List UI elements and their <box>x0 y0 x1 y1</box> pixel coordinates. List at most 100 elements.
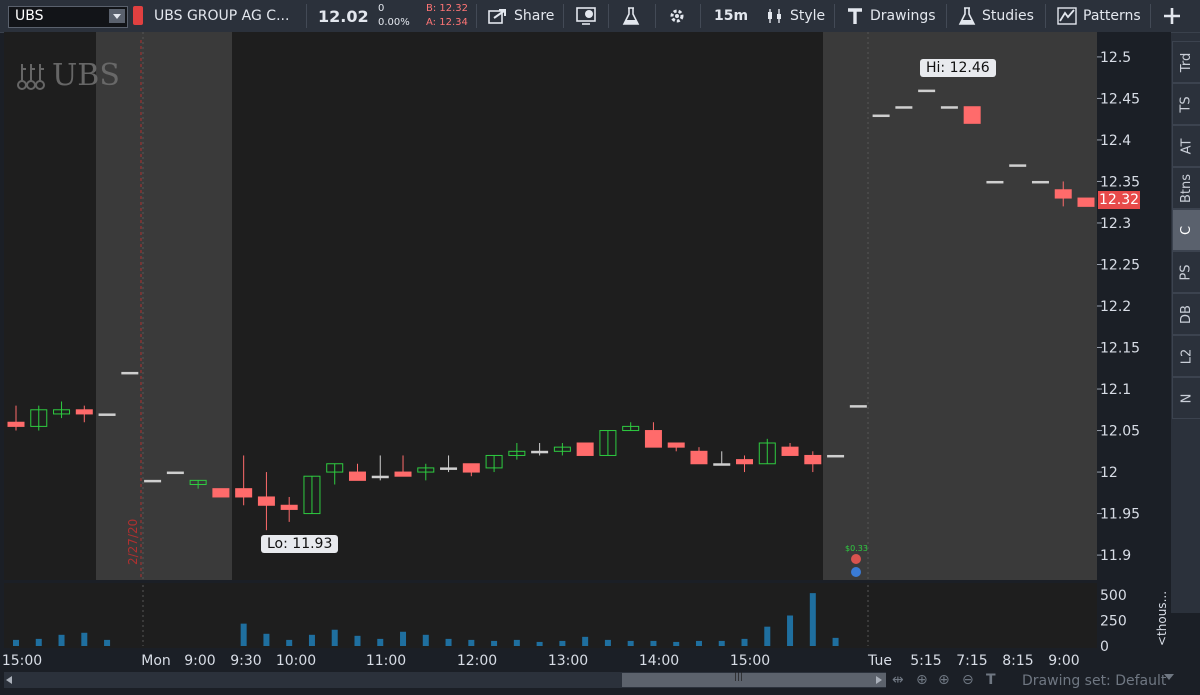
pan-icon[interactable]: ⇹ <box>892 672 904 688</box>
time-tick-label: 11:00 <box>366 653 406 669</box>
candle-body <box>348 471 366 481</box>
zoom-out-icon[interactable]: ⊖ <box>962 672 974 688</box>
candle-body <box>280 504 298 510</box>
volume-bar <box>559 640 566 646</box>
candle-body <box>644 430 662 448</box>
volume-tick-label: 500 <box>1100 588 1127 604</box>
volume-bar <box>286 639 293 646</box>
candle-body <box>736 459 754 465</box>
candle-body <box>531 450 549 454</box>
candle-body <box>440 467 458 470</box>
keys-logo-icon <box>17 63 45 90</box>
scroll-right-icon[interactable] <box>876 676 882 684</box>
candle-body <box>75 409 93 415</box>
candle-body <box>781 446 799 456</box>
scroll-left-icon[interactable] <box>6 676 12 684</box>
side-panel-tabs: Trd TS AT Btns C PS DB L2 N <box>1171 33 1200 613</box>
price-tick-label: 12.25 <box>1100 257 1140 273</box>
watermark-text: UBS <box>52 58 120 93</box>
price-tick-label: 12.05 <box>1100 424 1140 440</box>
side-tab-label: C <box>1178 225 1194 235</box>
price-tick-label: 12 <box>1100 465 1118 481</box>
side-tab-ps[interactable]: PS <box>1172 251 1200 293</box>
side-tab-l2[interactable]: L2 <box>1172 335 1200 377</box>
volume-bar <box>308 634 315 646</box>
candle-body <box>690 450 708 465</box>
volume-bar <box>491 640 498 646</box>
candle-body <box>462 463 480 473</box>
price-tick-label: 11.95 <box>1100 507 1140 523</box>
volume-bar <box>400 631 407 646</box>
price-tick-label: 12.1 <box>1100 382 1131 398</box>
volume-bar <box>673 641 680 646</box>
side-tab-trd[interactable]: Trd <box>1172 41 1200 83</box>
text-icon[interactable]: T <box>986 672 996 688</box>
volume-bar <box>536 641 543 646</box>
brand-watermark: UBS <box>14 58 120 93</box>
price-tick-label: 12.15 <box>1100 341 1140 357</box>
candle-body <box>98 413 116 416</box>
volume-bar <box>741 638 748 646</box>
volume-bar <box>809 593 816 646</box>
date-marker-label: 2/27/20 <box>126 519 140 565</box>
volume-bar <box>468 639 475 646</box>
current-price-tag: 12.32 <box>1098 191 1140 209</box>
side-tab-label: PS <box>1179 263 1194 281</box>
drawing-set-dropdown-icon[interactable] <box>1164 674 1174 680</box>
crosshair-icon[interactable]: ⊕ <box>916 672 928 688</box>
candle-body <box>576 442 594 456</box>
volume-bar <box>832 637 839 646</box>
extended-hours-shade <box>823 32 1097 580</box>
horizontal-scrollbar[interactable] <box>4 672 886 688</box>
volume-bar <box>650 640 657 646</box>
side-tab-c[interactable]: C <box>1172 209 1200 251</box>
candle-body <box>940 106 958 109</box>
volume-bar <box>582 636 589 646</box>
time-tick-label: 5:15 <box>910 653 941 669</box>
candle-body <box>986 180 1004 184</box>
side-tab-label: DB <box>1179 304 1194 324</box>
side-tab-label: AT <box>1178 138 1194 154</box>
volume-tick-label: 0 <box>1100 639 1109 655</box>
side-tab-db[interactable]: DB <box>1172 293 1200 335</box>
side-tab-n[interactable]: N <box>1172 377 1200 419</box>
time-tick-label: 14:00 <box>639 653 679 669</box>
side-tab-label: N <box>1178 393 1194 403</box>
earnings-event-icon <box>851 554 861 564</box>
candle-body <box>963 106 981 124</box>
side-tab-ts[interactable]: TS <box>1172 83 1200 125</box>
volume-background <box>4 583 1097 648</box>
candle-body <box>918 89 936 93</box>
volume-bar <box>695 640 702 646</box>
side-tab-btns[interactable]: Btns <box>1172 167 1200 209</box>
volume-bar <box>240 623 247 646</box>
price-tick-label: 12.35 <box>1100 174 1140 190</box>
candle-body <box>371 475 389 479</box>
volume-bar <box>764 626 771 646</box>
volume-bar <box>354 635 361 646</box>
side-tab-label: Trd <box>1179 52 1194 72</box>
candle-body <box>827 454 845 458</box>
time-tick-label: 7:15 <box>956 653 987 669</box>
candle-body <box>713 463 731 466</box>
drawing-set-label[interactable]: Drawing set: Default <box>1022 673 1166 689</box>
candle-body <box>212 488 230 498</box>
candle-body <box>394 471 412 477</box>
price-tick-label: 12.3 <box>1100 216 1131 232</box>
candle-body <box>144 479 162 483</box>
time-tick-label: 9:00 <box>184 653 215 669</box>
candle-body <box>872 114 890 118</box>
volume-tick-label: 250 <box>1100 614 1127 630</box>
zoom-in-icon[interactable]: ⊕ <box>938 672 950 688</box>
price-tick-label: 11.9 <box>1100 548 1131 564</box>
candle-body <box>235 488 253 498</box>
scroll-thumb[interactable] <box>622 672 886 687</box>
zoom-tools: ⇹ ⊕ ⊕ ⊖ T Drawing set: Default <box>890 672 1200 692</box>
volume-bar <box>718 640 725 646</box>
time-tick-label: 15:00 <box>730 653 770 669</box>
price-chart[interactable]: 2/27/20 12.5 12.45 12.4 12.35 12.3 12.25 12.2 12… <box>0 0 1200 672</box>
side-tab-label: L2 <box>1178 348 1194 364</box>
price-tick-label: 12.5 <box>1100 50 1131 66</box>
side-tab-at[interactable]: AT <box>1172 125 1200 167</box>
time-tick-label: 12:00 <box>457 653 497 669</box>
